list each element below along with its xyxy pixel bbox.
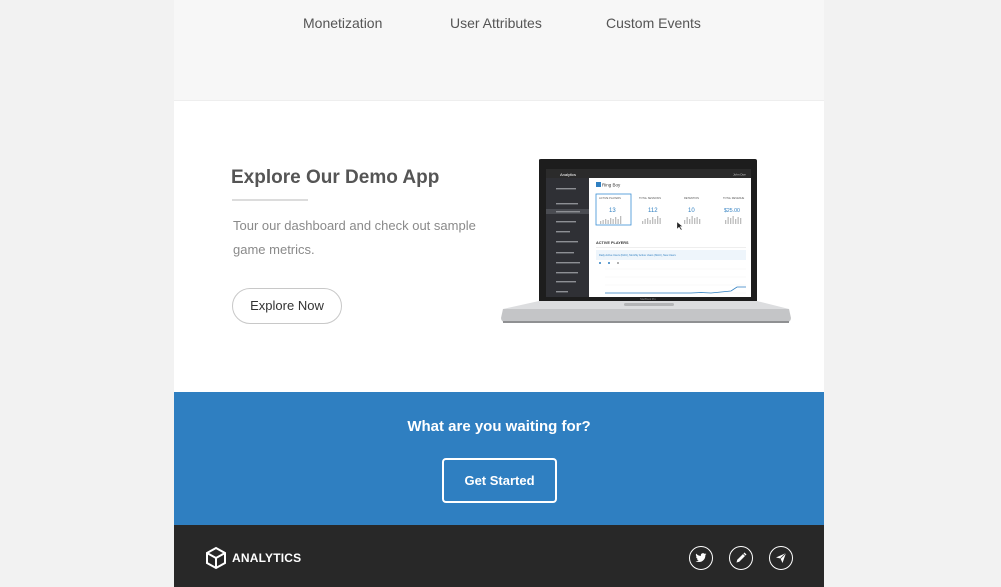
cta-title: What are you waiting for? bbox=[407, 418, 591, 435]
logo-text: ANALYTICS bbox=[232, 551, 302, 565]
svg-text:TOTAL REVENUE: TOTAL REVENUE bbox=[723, 196, 745, 200]
svg-text:13: 13 bbox=[609, 208, 616, 214]
email-container: Monetization User Attributes Custom Even… bbox=[174, 0, 824, 587]
send-icon bbox=[776, 552, 787, 563]
screen-game-name: Ring Boy bbox=[602, 183, 621, 188]
screen-brand: Analytics bbox=[560, 172, 576, 177]
cta-section: What are you waiting for? Get Started bbox=[174, 392, 824, 525]
footer: ANALYTICS bbox=[174, 525, 824, 587]
explore-now-button[interactable]: Explore Now bbox=[232, 288, 342, 324]
get-started-button[interactable]: Get Started bbox=[442, 458, 557, 503]
svg-text:RETENTION: RETENTION bbox=[684, 196, 699, 200]
screen-user: John Doe bbox=[733, 173, 746, 177]
svg-text:TOTAL SESSIONS: TOTAL SESSIONS bbox=[639, 196, 661, 200]
analytics-logo[interactable]: ANALYTICS bbox=[204, 545, 301, 571]
svg-text:MacBook Pro: MacBook Pro bbox=[640, 297, 656, 301]
title-underline bbox=[232, 199, 308, 201]
feature-link-user-attributes[interactable]: User Attributes bbox=[450, 15, 542, 31]
svg-text:ACTIVE PLAYERS: ACTIVE PLAYERS bbox=[596, 241, 629, 245]
svg-text:ACTIVE PLAYERS: ACTIVE PLAYERS bbox=[599, 196, 621, 200]
svg-text:112: 112 bbox=[648, 208, 658, 214]
laptop-dashboard-image: Analytics John Doe Ring Boy ACTIVE PLAYE… bbox=[501, 159, 791, 323]
svg-text:10: 10 bbox=[688, 208, 695, 214]
demo-title: Explore Our Demo App bbox=[231, 167, 440, 188]
twitter-icon bbox=[695, 553, 707, 563]
pencil-icon bbox=[736, 552, 747, 563]
feature-link-monetization[interactable]: Monetization bbox=[303, 15, 382, 31]
svg-text:$25.00: $25.00 bbox=[724, 208, 740, 214]
demo-description: Tour our dashboard and check out sample … bbox=[233, 218, 476, 257]
unity-logo-icon bbox=[206, 546, 226, 570]
svg-text:Daily Active Users (DAU), Mont: Daily Active Users (DAU), Monthly Active… bbox=[599, 253, 677, 257]
newsletter-button[interactable] bbox=[769, 546, 793, 570]
blog-button[interactable] bbox=[729, 546, 753, 570]
twitter-button[interactable] bbox=[689, 546, 713, 570]
feature-link-custom-events[interactable]: Custom Events bbox=[606, 15, 701, 31]
demo-section: Explore Our Demo App Tour our dashboard … bbox=[174, 101, 824, 392]
feature-tabs: Monetization User Attributes Custom Even… bbox=[174, 0, 824, 101]
